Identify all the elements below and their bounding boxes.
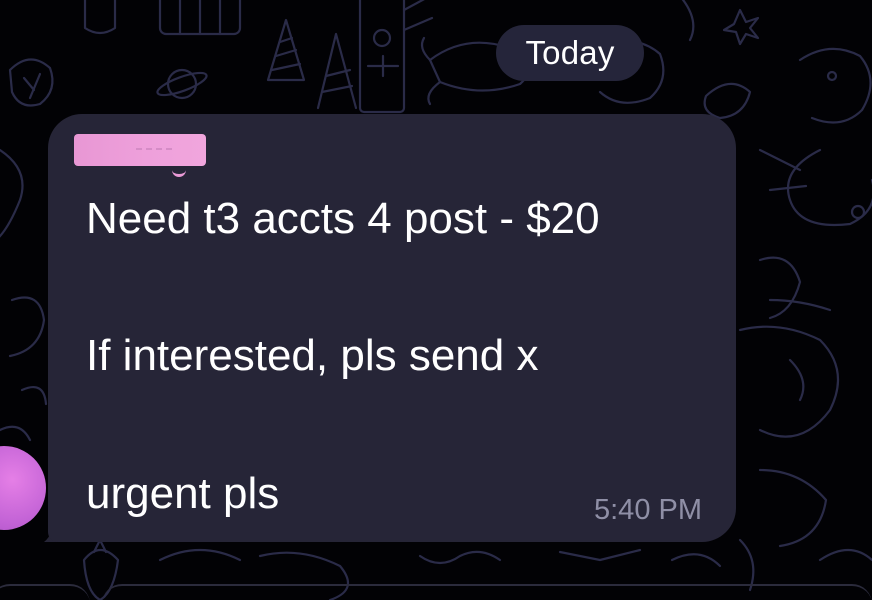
message-text-line-2: If interested, pls send x	[86, 331, 539, 380]
redaction-mark	[136, 148, 172, 154]
message-input-area[interactable]	[102, 584, 872, 600]
date-separator-pill: Today	[496, 25, 644, 81]
message-text-line-3: urgent pls	[86, 469, 280, 518]
message-timestamp: 5:40 PM	[594, 494, 702, 526]
attach-area[interactable]	[0, 584, 90, 600]
sender-name-redacted	[74, 134, 206, 166]
chat-screen: Today Need t3 accts 4 post - $20 If inte…	[0, 0, 872, 600]
input-bar-edge	[0, 584, 872, 600]
message-text-line-1: Need t3 accts 4 post - $20	[86, 194, 600, 243]
